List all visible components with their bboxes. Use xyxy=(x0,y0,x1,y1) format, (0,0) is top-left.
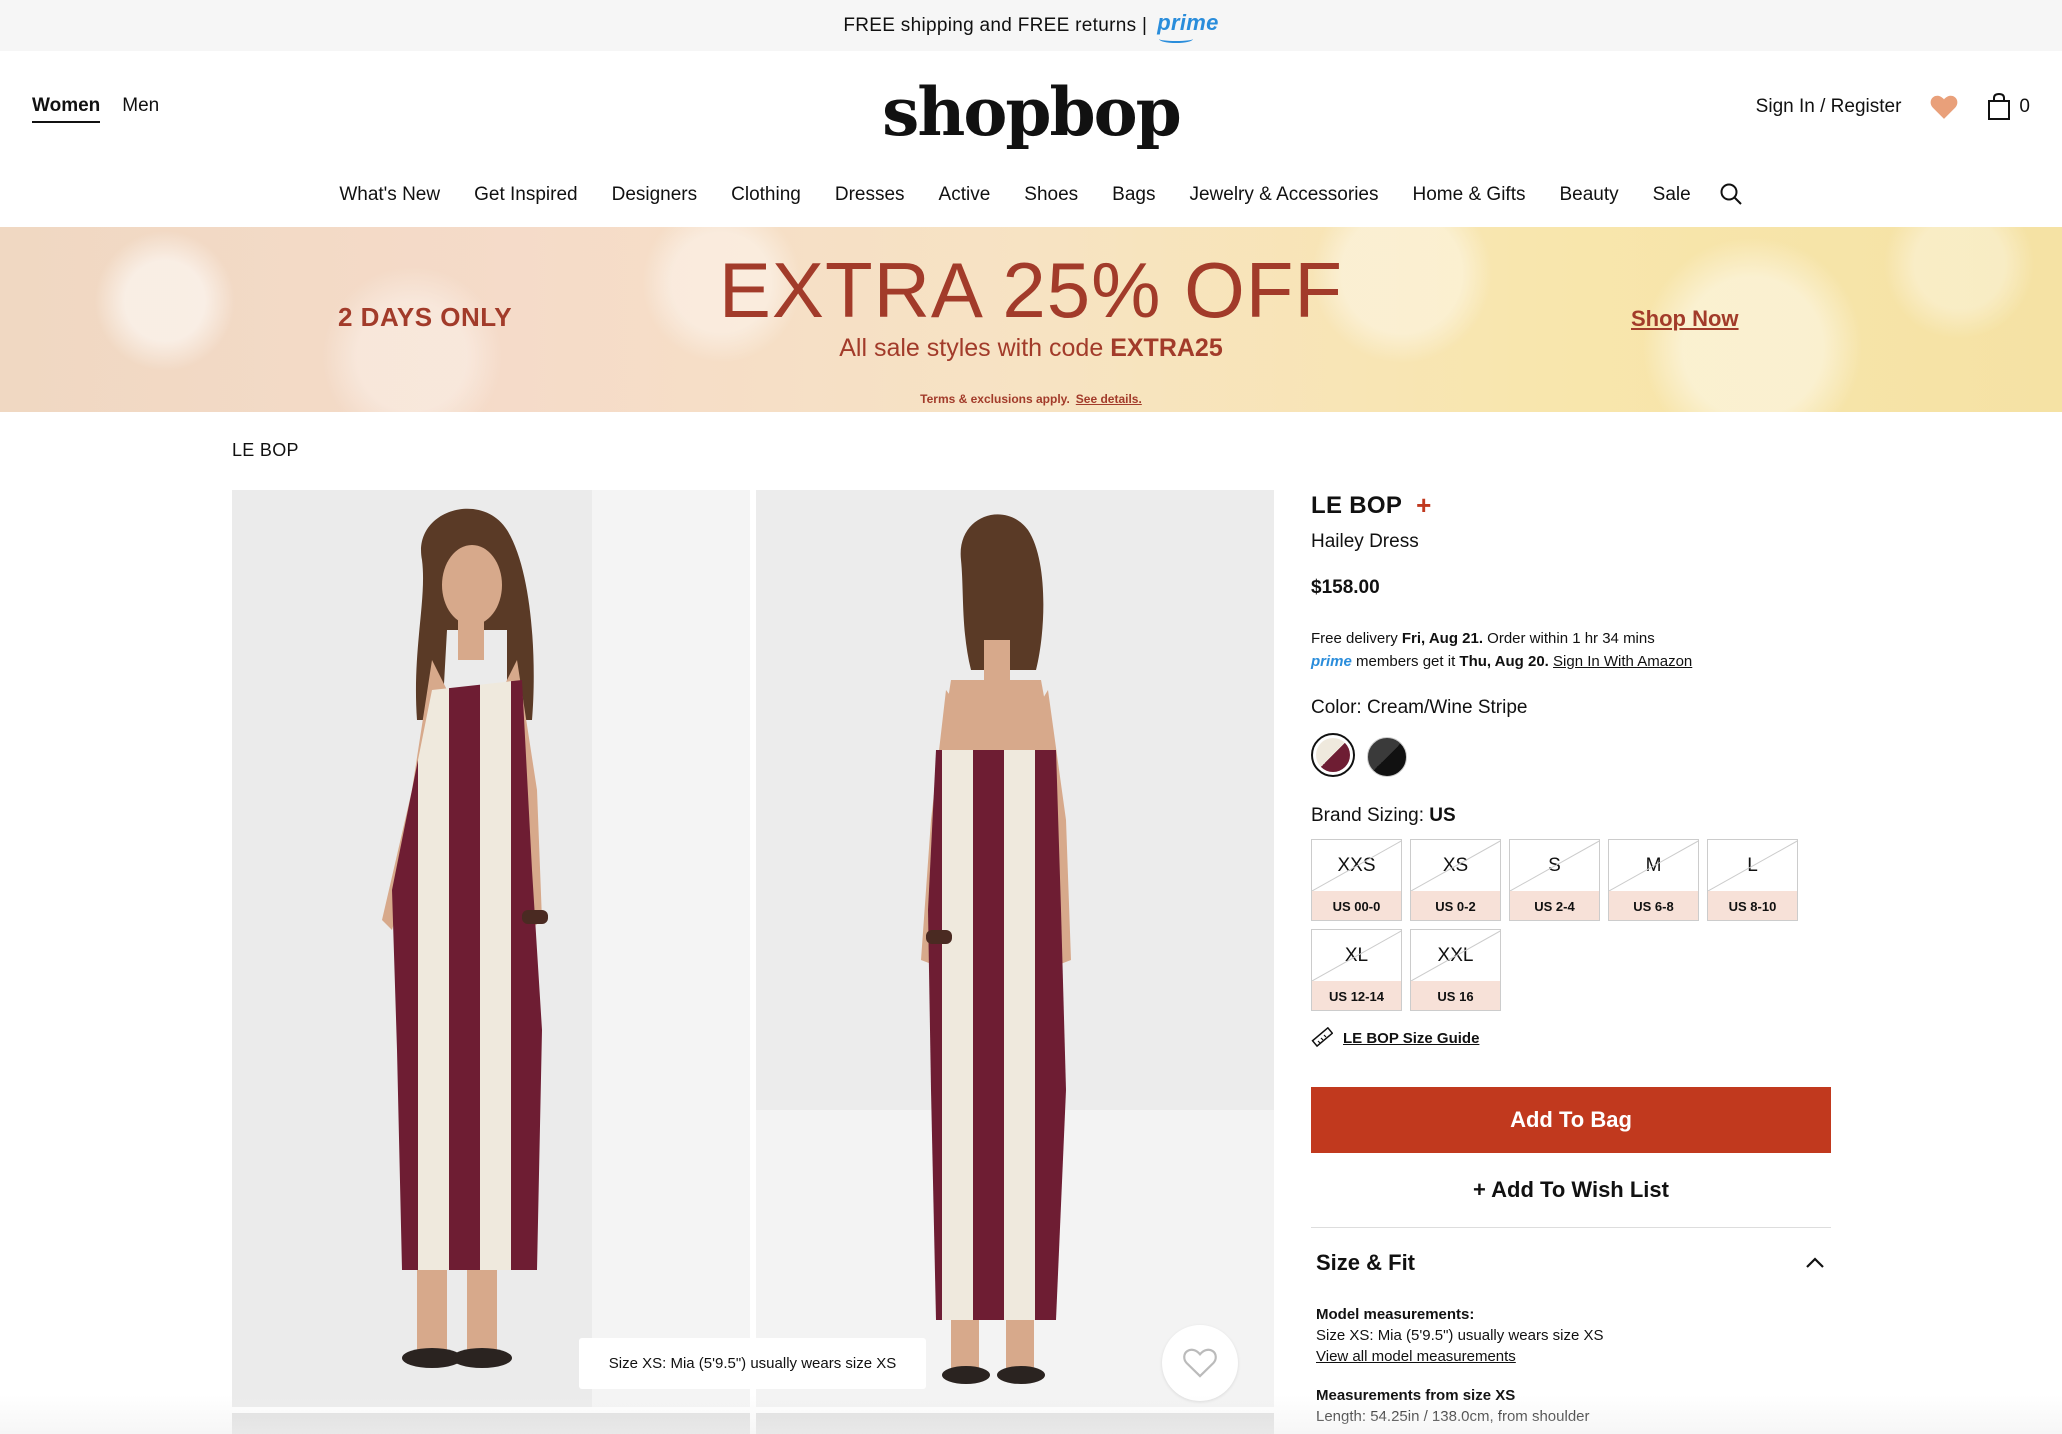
nav-sale[interactable]: Sale xyxy=(1653,184,1691,208)
nav-jewelry-accessories[interactable]: Jewelry & Accessories xyxy=(1189,184,1378,208)
see-details-link[interactable]: See details. xyxy=(1076,392,1142,406)
size-option-s[interactable]: S US 2-4 xyxy=(1509,839,1600,921)
size-grid: XXS US 00-0 XS US 0-2 S US 2-4 M US 6-8 L US … xyxy=(1311,839,1831,1011)
add-to-bag-button[interactable]: Add To Bag xyxy=(1311,1087,1831,1153)
size-fit-title: Size & Fit xyxy=(1316,1250,1416,1275)
model-front-illustration xyxy=(232,490,750,1407)
nav-beauty[interactable]: Beauty xyxy=(1559,184,1618,208)
size-option-m[interactable]: M US 6-8 xyxy=(1608,839,1699,921)
prime-icon: prime xyxy=(1311,653,1352,670)
shopbop-logo[interactable]: shopbop xyxy=(0,73,2062,151)
follow-brand-plus-icon[interactable]: + xyxy=(1416,490,1431,521)
product-image-back[interactable] xyxy=(756,490,1274,1407)
size-guide[interactable]: LE BOP Size Guide xyxy=(1311,1027,1831,1049)
size-option-l[interactable]: L US 8-10 xyxy=(1707,839,1798,921)
promo-bar: FREE shipping and FREE returns | prime xyxy=(0,0,2062,51)
swatch-black[interactable] xyxy=(1367,737,1407,777)
ruler-icon xyxy=(1311,1027,1333,1048)
promo-banner[interactable]: 2 DAYS ONLY EXTRA 25% OFF All sale style… xyxy=(0,227,2062,412)
size-fit-accordion-header[interactable]: Size & Fit xyxy=(1311,1228,1831,1276)
shopping-bag[interactable]: 0 xyxy=(1987,93,2030,121)
main-nav: What's New Get Inspired Designers Clothi… xyxy=(0,182,2062,208)
brand-row: LE BOP + xyxy=(1311,490,1831,521)
size-label: Brand Sizing: US xyxy=(1311,805,1456,826)
image-wishlist-button[interactable] xyxy=(1162,1325,1238,1401)
chevron-up-icon[interactable] xyxy=(1805,1257,1825,1269)
product-image-front[interactable] xyxy=(232,490,750,1407)
model-back-illustration xyxy=(756,490,1274,1407)
banner-terms: Terms & exclusions apply. See details. xyxy=(920,392,1142,406)
product-image-4[interactable] xyxy=(756,1413,1274,1434)
nav-whats-new[interactable]: What's New xyxy=(339,184,440,208)
color-label: Color: Cream/Wine Stripe xyxy=(1311,697,1528,718)
delivery-info: Free delivery Fri, Aug 21. Order within … xyxy=(1311,630,1693,670)
size-guide-link[interactable]: LE BOP Size Guide xyxy=(1343,1030,1479,1047)
banner-headline: EXTRA 25% OFF xyxy=(718,246,1344,334)
size-option-xs[interactable]: XS US 0-2 xyxy=(1410,839,1501,921)
nav-clothing[interactable]: Clothing xyxy=(731,184,801,208)
promo-text: FREE shipping and FREE returns | xyxy=(843,14,1148,36)
size-option-xxl[interactable]: XXL US 16 xyxy=(1410,929,1501,1011)
measurements-text: Length: 54.25in / 138.0cm, from shoulder xyxy=(1316,1408,1590,1425)
nav-bags[interactable]: Bags xyxy=(1112,184,1155,208)
model-measurements-heading: Model measurements: xyxy=(1316,1306,1475,1323)
account-area: Sign In / Register 0 xyxy=(1756,93,2030,121)
shop-now-link[interactable]: Shop Now xyxy=(1631,306,1739,332)
product-name: Hailey Dress xyxy=(1311,531,1419,552)
size-fit-content: Model measurements: Size XS: Mia (5'9.5"… xyxy=(1311,1276,1831,1427)
swatch-cream-wine-stripe[interactable] xyxy=(1311,733,1355,777)
wishlist-heart-icon[interactable] xyxy=(1929,94,1959,120)
nav-shoes[interactable]: Shoes xyxy=(1024,184,1078,208)
heart-outline-icon xyxy=(1183,1348,1217,1378)
color-swatches xyxy=(1311,733,1831,777)
add-to-wish-list-button[interactable]: + Add To Wish List xyxy=(1311,1153,1831,1227)
prime-logo: prime xyxy=(1157,10,1218,43)
model-measurements-text: Size XS: Mia (5'9.5") usually wears size… xyxy=(1316,1327,1604,1344)
shopping-bag-icon xyxy=(1988,93,2011,120)
model-size-caption: Size XS: Mia (5'9.5") usually wears size… xyxy=(579,1338,926,1389)
sign-in-amazon-link[interactable]: Sign In With Amazon xyxy=(1553,653,1692,670)
breadcrumb[interactable]: LE BOP xyxy=(232,440,299,461)
size-option-xxs[interactable]: XXS US 00-0 xyxy=(1311,839,1402,921)
nav-dresses[interactable]: Dresses xyxy=(835,184,905,208)
bag-count: 0 xyxy=(2019,96,2030,117)
view-model-measurements-link[interactable]: View all model measurements xyxy=(1316,1348,1516,1365)
nav-get-inspired[interactable]: Get Inspired xyxy=(474,184,578,208)
promo-code: EXTRA25 xyxy=(1110,334,1223,362)
measurements-heading: Measurements from size XS xyxy=(1316,1387,1516,1404)
nav-home-gifts[interactable]: Home & Gifts xyxy=(1413,184,1526,208)
product-price: $158.00 xyxy=(1311,577,1380,598)
size-option-xl[interactable]: XL US 12-14 xyxy=(1311,929,1402,1011)
product-image-3[interactable] xyxy=(232,1413,750,1434)
brand-name[interactable]: LE BOP xyxy=(1311,492,1402,520)
nav-active[interactable]: Active xyxy=(939,184,991,208)
site-header: Women Men shopbop Sign In / Register 0 W… xyxy=(0,51,2062,226)
nav-designers[interactable]: Designers xyxy=(612,184,698,208)
product-info: LE BOP + Hailey Dress $158.00 Free deliv… xyxy=(1311,490,1831,1427)
sign-in-link[interactable]: Sign In / Register xyxy=(1756,96,1902,118)
search-icon[interactable] xyxy=(1719,182,1743,206)
banner-subtitle: All sale styles with code EXTRA25 xyxy=(839,334,1223,362)
